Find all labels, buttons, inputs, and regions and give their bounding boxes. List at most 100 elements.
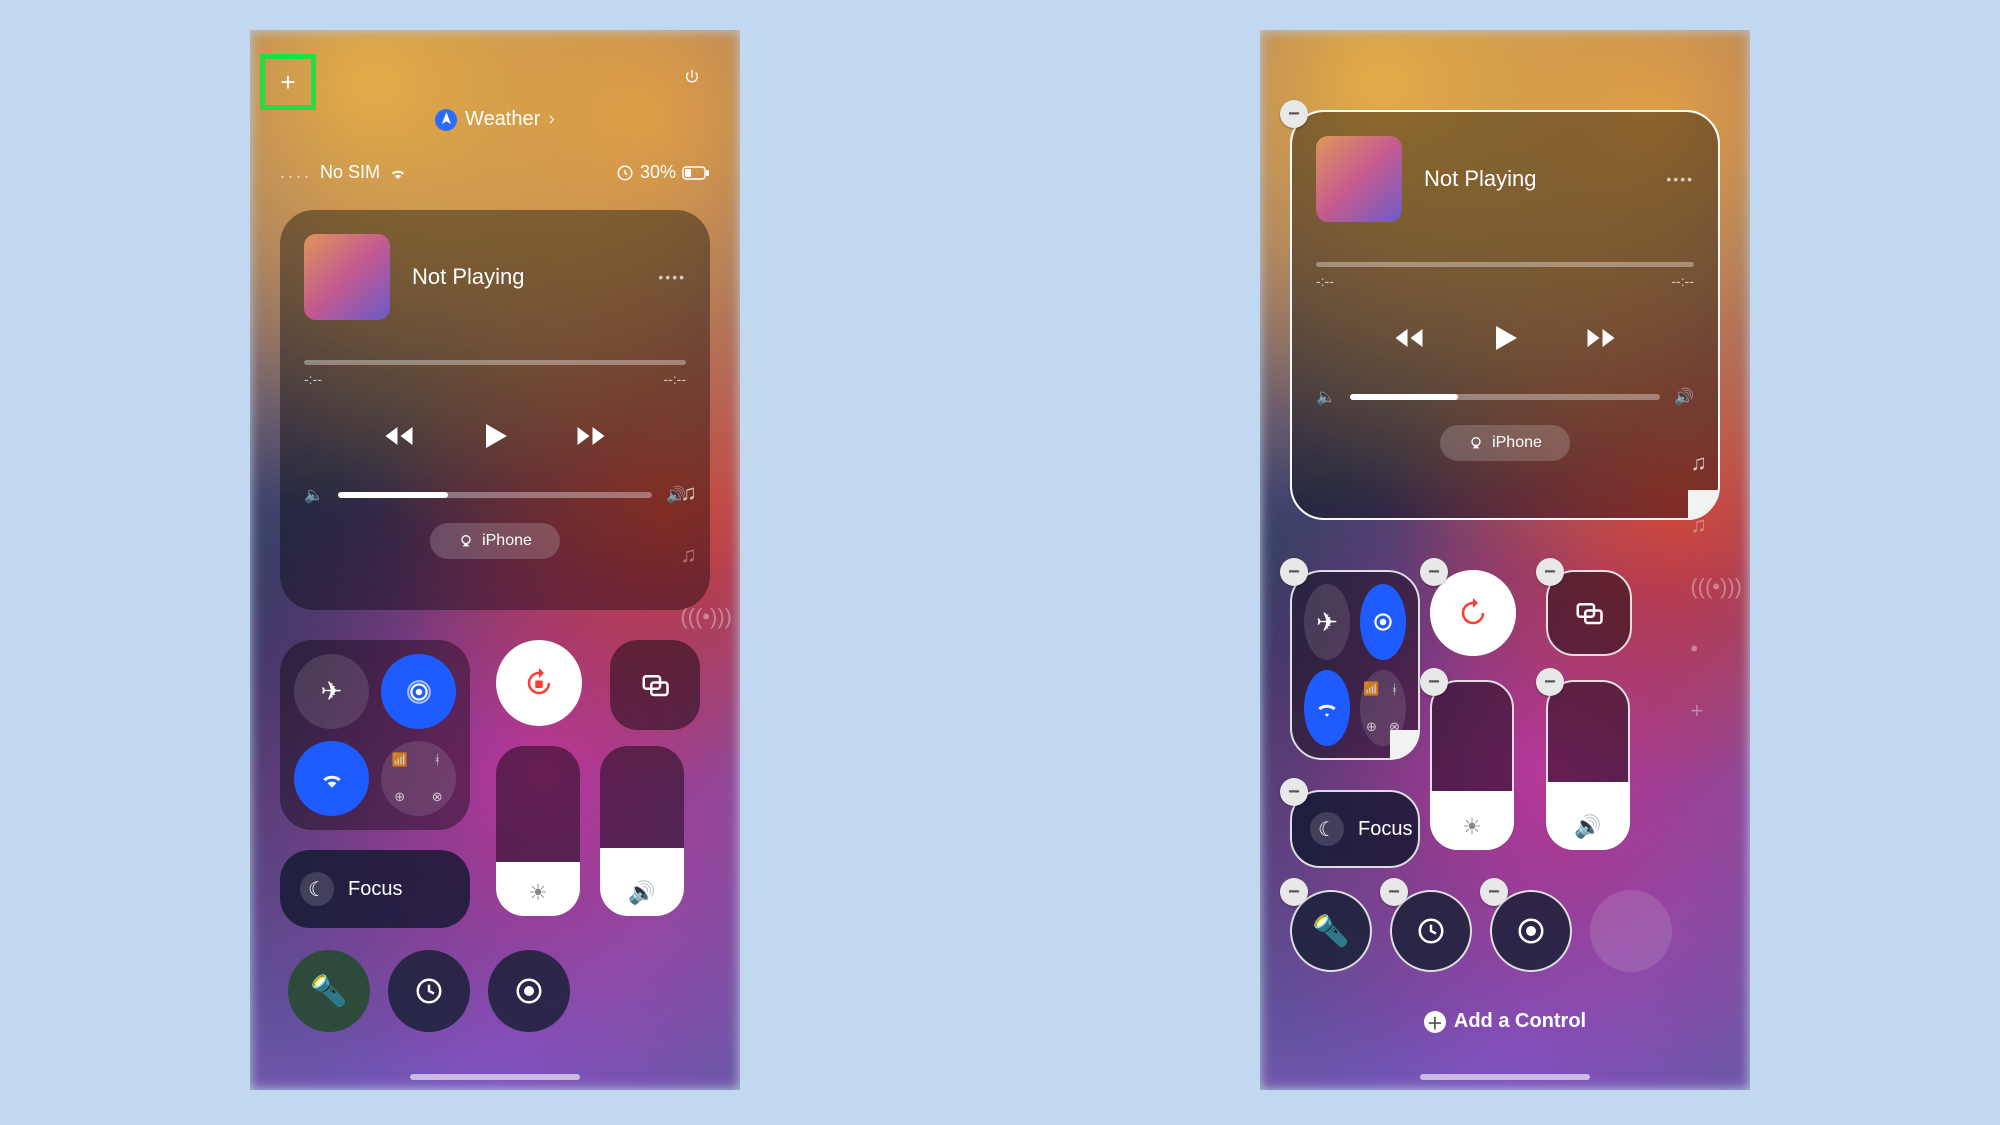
connectivity-more[interactable]: 📶ᚼ⊕⊗ xyxy=(381,741,456,816)
breadcrumb[interactable]: Weather › xyxy=(250,108,740,131)
moon-icon: ☾ xyxy=(300,872,334,906)
music-page-icon-2[interactable]: ♫ xyxy=(680,542,732,568)
extra-page-dot[interactable]: • xyxy=(1690,636,1742,662)
moon-icon: ☾ xyxy=(1310,812,1344,846)
focus-button-editable[interactable]: ☾ Focus xyxy=(1290,790,1420,868)
airplay-label: iPhone xyxy=(482,532,532,550)
volume-slider-tile[interactable]: 🔊 xyxy=(600,746,684,916)
scrubber[interactable] xyxy=(304,360,686,365)
brightness-icon: ☀ xyxy=(1430,814,1514,840)
home-indicator[interactable] xyxy=(1420,1074,1590,1080)
play-button[interactable] xyxy=(1487,315,1523,357)
forward-button[interactable] xyxy=(1583,315,1619,357)
breadcrumb-label: Weather xyxy=(465,108,540,131)
volume-slider[interactable] xyxy=(338,492,652,498)
add-button-highlighted[interactable]: + xyxy=(260,54,316,110)
battery-pct: 30% xyxy=(640,162,676,183)
more-icon[interactable]: •••• xyxy=(658,269,686,285)
home-indicator[interactable] xyxy=(410,1074,580,1080)
album-art xyxy=(1316,136,1402,222)
now-playing-tile[interactable]: Not Playing •••• -:-- --:-- 🔈 🔊 iPhone xyxy=(280,210,710,610)
airplay-target-button[interactable]: iPhone xyxy=(1440,425,1570,461)
forward-button[interactable] xyxy=(573,413,609,455)
focus-button[interactable]: ☾ Focus xyxy=(280,850,470,928)
airplay-label: iPhone xyxy=(1492,434,1542,452)
orientation-lock-icon xyxy=(616,164,634,182)
connectivity-tile[interactable]: ✈ 📶ᚼ⊕⊗ xyxy=(280,640,470,830)
now-playing-title: Not Playing xyxy=(412,264,525,290)
elapsed-time: -:-- xyxy=(304,371,322,387)
remove-badge[interactable]: − xyxy=(1280,878,1308,906)
rewind-button[interactable] xyxy=(381,413,417,455)
location-icon xyxy=(435,109,457,131)
remove-badge[interactable]: − xyxy=(1536,558,1564,586)
remove-badge[interactable]: − xyxy=(1380,878,1408,906)
remove-badge[interactable]: − xyxy=(1280,558,1308,586)
rewind-button[interactable] xyxy=(1391,315,1427,357)
volume-slider[interactable] xyxy=(1350,394,1660,400)
airplane-mode-button[interactable]: ✈ xyxy=(294,654,369,729)
plus-icon: + xyxy=(280,67,295,98)
airdrop-button[interactable] xyxy=(1360,584,1406,660)
status-bar: .... No SIM 30% xyxy=(250,162,740,183)
add-page-icon[interactable]: + xyxy=(1690,698,1742,724)
top-bar: + xyxy=(250,60,740,110)
wifi-button[interactable] xyxy=(294,741,369,816)
add-control-label: Add a Control xyxy=(1454,1010,1586,1032)
remove-badge[interactable]: − xyxy=(1420,558,1448,586)
remove-badge[interactable]: − xyxy=(1536,668,1564,696)
remove-badge[interactable]: − xyxy=(1420,668,1448,696)
airdrop-button[interactable] xyxy=(381,654,456,729)
add-a-control-button[interactable]: ＋ Add a Control xyxy=(1260,1010,1750,1033)
wifi-button[interactable] xyxy=(1304,670,1350,746)
airplane-mode-button[interactable]: ✈ xyxy=(1304,584,1350,660)
screen-mirroring-button-editable[interactable] xyxy=(1546,570,1632,656)
battery-icon xyxy=(682,164,710,182)
now-playing-tile-editable[interactable]: Not Playing •••• -:-- --:-- 🔈 🔊 iPhone xyxy=(1290,110,1720,520)
music-page-icon-2[interactable]: ♫ xyxy=(1690,512,1742,538)
empty-slot[interactable] xyxy=(1590,890,1672,972)
elapsed-time: -:-- xyxy=(1316,273,1334,289)
speaker-low-icon: 🔈 xyxy=(1316,387,1336,407)
power-button[interactable] xyxy=(684,68,710,94)
orientation-lock-button-editable[interactable] xyxy=(1430,570,1516,656)
more-icon[interactable]: •••• xyxy=(1666,171,1694,187)
plus-circle-icon: ＋ xyxy=(1424,1011,1446,1033)
brightness-icon: ☀ xyxy=(496,880,580,906)
remaining-time: --:-- xyxy=(663,371,686,387)
volume-icon: 🔊 xyxy=(600,880,684,906)
brightness-slider[interactable]: ☀ xyxy=(496,746,580,916)
album-art xyxy=(304,234,390,320)
screen-mirroring-button[interactable] xyxy=(610,640,700,730)
antenna-page-icon[interactable]: (((•))) xyxy=(680,604,732,630)
remaining-time: --:-- xyxy=(1671,273,1694,289)
airplay-icon xyxy=(458,533,474,549)
volume-icon: 🔊 xyxy=(1546,814,1630,840)
flashlight-button[interactable]: 🔦 xyxy=(288,950,370,1032)
scrubber[interactable] xyxy=(1316,262,1694,267)
wifi-icon xyxy=(388,164,408,182)
speaker-high-icon: 🔊 xyxy=(1674,387,1694,407)
now-playing-title: Not Playing xyxy=(1424,166,1537,192)
remove-badge[interactable]: − xyxy=(1280,100,1308,128)
music-page-icon[interactable]: ♫ xyxy=(680,480,732,506)
antenna-page-icon[interactable]: (((•))) xyxy=(1690,574,1742,600)
screen-record-button[interactable] xyxy=(488,950,570,1032)
airplay-target-button[interactable]: iPhone xyxy=(430,523,560,559)
timer-button[interactable] xyxy=(388,950,470,1032)
brightness-slider-editable[interactable]: ☀ xyxy=(1430,680,1514,850)
page-indicators[interactable]: ♫ ♫ (((•))) • + xyxy=(1690,450,1742,724)
carrier-text: No SIM xyxy=(320,162,380,183)
volume-slider-editable[interactable]: 🔊 xyxy=(1546,680,1630,850)
page-indicators[interactable]: ♫ ♫ (((•))) xyxy=(680,480,732,630)
chevron-right-icon: › xyxy=(548,108,555,131)
control-center-screenshot-normal: + Weather › .... No SIM 30% Not Playing … xyxy=(250,30,740,1090)
music-page-icon[interactable]: ♫ xyxy=(1690,450,1742,476)
airplay-icon xyxy=(1468,435,1484,451)
control-center-screenshot-edit-mode: Not Playing •••• -:-- --:-- 🔈 🔊 iPhone −… xyxy=(1260,30,1750,1090)
orientation-lock-button[interactable] xyxy=(496,640,582,726)
remove-badge[interactable]: − xyxy=(1480,878,1508,906)
remove-badge[interactable]: − xyxy=(1280,778,1308,806)
play-button[interactable] xyxy=(477,413,513,455)
focus-label: Focus xyxy=(348,878,402,901)
